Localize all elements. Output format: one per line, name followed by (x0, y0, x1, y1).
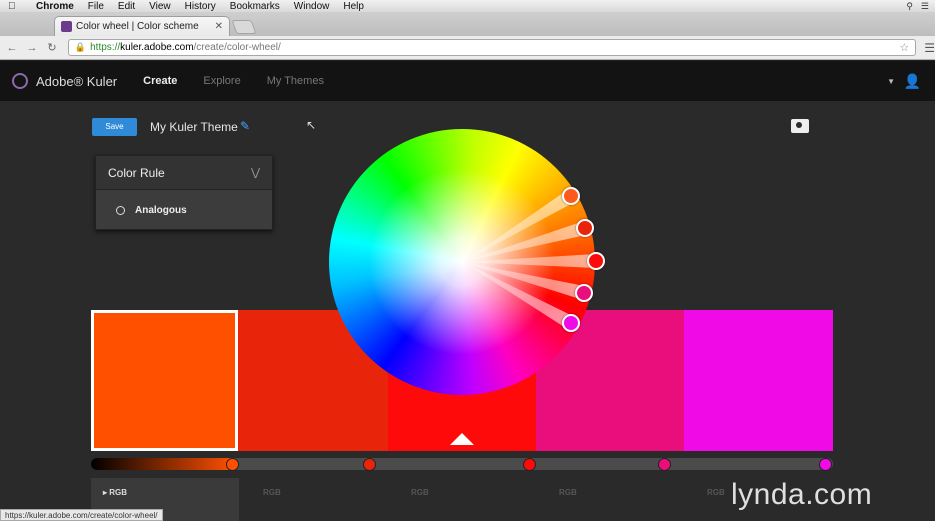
rgb-cell-3[interactable]: RGB (399, 478, 539, 521)
swatch-1-selected[interactable] (91, 310, 238, 451)
rule-option-analogous[interactable]: Analogous (96, 190, 272, 230)
apple-icon[interactable]:  (8, 1, 22, 12)
address-bar[interactable]: 🔒 https:// kuler.adobe.com /create/color… (67, 39, 917, 56)
radio-icon (116, 205, 125, 215)
rgb-cell-2[interactable]: RGB (251, 478, 391, 521)
browser-toolbar: ← → ↻ 🔒 https:// kuler.adobe.com /create… (0, 36, 935, 60)
rgb-values-row: ▸ RGB RGB RGB RGB RGB (91, 478, 833, 521)
kuler-favicon-icon (61, 21, 72, 32)
wheel-handle-3[interactable] (587, 252, 605, 270)
camera-icon[interactable] (791, 119, 809, 133)
status-bar-url: https://kuler.adobe.com/create/color-whe… (0, 509, 163, 521)
lock-icon: 🔒 (74, 42, 87, 52)
menu-view[interactable]: View (149, 1, 171, 12)
kuler-header: Adobe® Kuler Create Explore My Themes ▼ … (0, 61, 935, 101)
theme-name[interactable]: My Kuler Theme (150, 120, 238, 134)
menu-help[interactable]: Help (343, 1, 364, 12)
rgb-label: RGB (559, 488, 577, 497)
save-button[interactable]: Save (92, 118, 137, 136)
rule-option-label: Analogous (135, 204, 187, 216)
brightness-handle-1[interactable] (226, 458, 239, 471)
browser-tab[interactable]: Color wheel | Color scheme ✕ (54, 16, 230, 36)
brightness-handle-3[interactable] (523, 458, 536, 471)
bookmark-star-icon[interactable]: ☆ (899, 41, 909, 54)
rgb-label: RGB (411, 488, 429, 497)
tab-title: Color wheel | Color scheme (76, 21, 199, 32)
nav-create[interactable]: Create (143, 75, 177, 87)
back-arrow-icon[interactable]: ← (4, 42, 20, 54)
account-dropdown-icon[interactable]: ▼ (887, 77, 895, 86)
brightness-handle-2[interactable] (363, 458, 376, 471)
menu-window[interactable]: Window (294, 1, 330, 12)
spotlight-icon[interactable]: ⚲ (906, 1, 913, 12)
menu-edit[interactable]: Edit (118, 1, 135, 12)
user-icon[interactable]: 👤 (904, 73, 921, 90)
brightness-handle-5[interactable] (819, 458, 832, 471)
new-tab-button[interactable] (231, 20, 257, 34)
mouse-cursor-icon: ↖ (306, 118, 317, 132)
url-path: /create/color-wheel/ (193, 42, 281, 53)
rgb-label: RGB (707, 488, 725, 497)
menubar-status-icons: ⚲ ☰ (906, 0, 929, 12)
rgb-label: RGB (109, 488, 128, 497)
nav-my-themes[interactable]: My Themes (267, 75, 324, 87)
nav-explore[interactable]: Explore (203, 75, 240, 87)
screen:  Chrome File Edit View History Bookmark… (0, 0, 935, 521)
active-swatch-pointer-icon (450, 433, 474, 445)
color-rule-dropdown[interactable]: Color Rule ⋁ (96, 156, 272, 190)
wheel-handle-1[interactable] (562, 187, 580, 205)
brightness-handle-4[interactable] (658, 458, 671, 471)
menu-history[interactable]: History (185, 1, 216, 12)
close-tab-icon[interactable]: ✕ (215, 21, 223, 32)
wheel-handle-2[interactable] (576, 219, 594, 237)
menu-bookmarks[interactable]: Bookmarks (230, 1, 280, 12)
list-icon[interactable]: ☰ (921, 1, 929, 12)
url-protocol: https:// (90, 42, 121, 53)
menu-file[interactable]: File (88, 1, 104, 12)
rgb-cell-4[interactable]: RGB (547, 478, 687, 521)
menu-chrome[interactable]: Chrome (36, 1, 74, 12)
url-host: kuler.adobe.com (120, 42, 194, 53)
color-rule-title: Color Rule (108, 165, 165, 180)
edit-pencil-icon[interactable]: ✎ (240, 119, 250, 133)
brightness-gradient (91, 458, 234, 470)
chrome-menu-icon[interactable]: ☰ (924, 41, 935, 55)
color-rule-panel: Color Rule ⋁ Analogous (95, 155, 273, 230)
browser-tab-strip: Color wheel | Color scheme ✕ (0, 12, 935, 36)
wheel-handle-4[interactable] (575, 284, 593, 302)
chevron-down-icon: ⋁ (250, 167, 260, 179)
forward-arrow-icon[interactable]: → (24, 42, 40, 54)
rgb-label: RGB (263, 488, 281, 497)
kuler-logo-icon[interactable] (12, 73, 28, 89)
reload-icon[interactable]: ↻ (44, 41, 60, 54)
wheel-handle-5[interactable] (562, 314, 580, 332)
kuler-brand[interactable]: Adobe® Kuler (36, 74, 117, 89)
swatch-2[interactable] (684, 310, 833, 451)
lynda-watermark: lynda.com (731, 478, 873, 511)
mac-menubar:  Chrome File Edit View History Bookmark… (0, 0, 935, 12)
